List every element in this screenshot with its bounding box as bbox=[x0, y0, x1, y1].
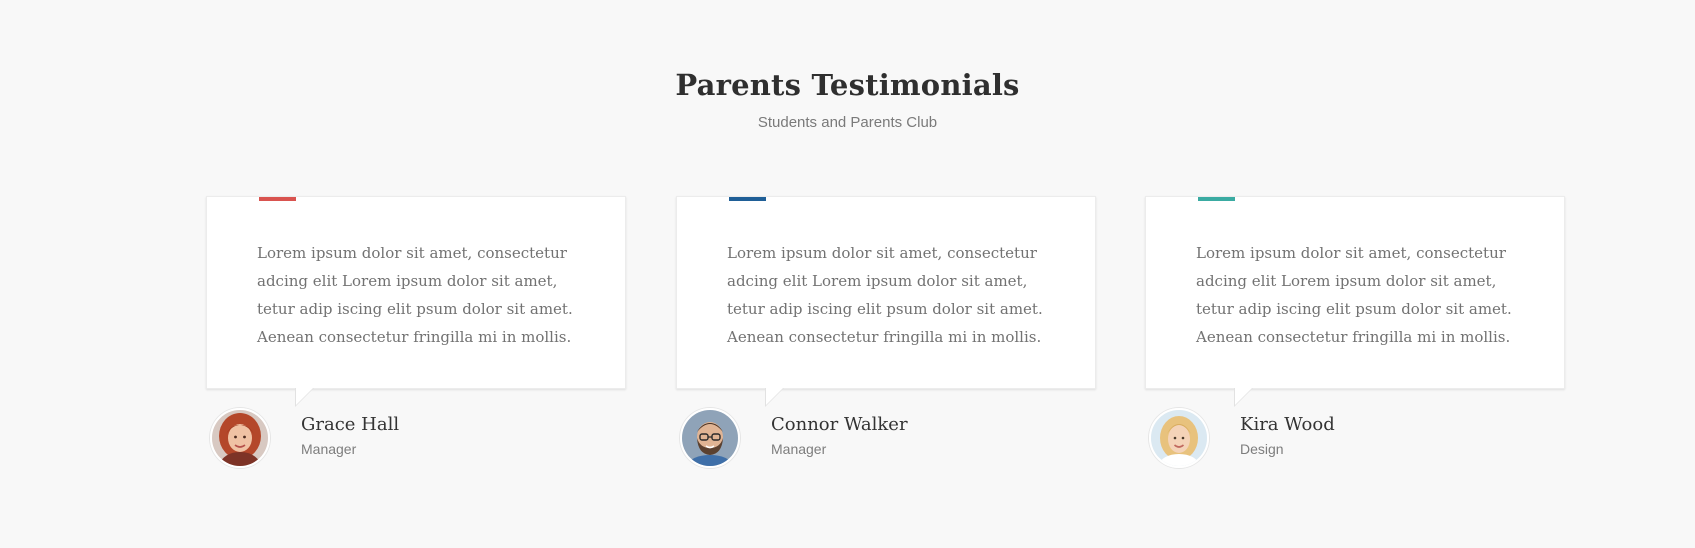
testimonial-card: Lorem ipsum dolor sit amet, consectetur … bbox=[1145, 196, 1565, 407]
author-role: Manager bbox=[771, 441, 827, 457]
author-role: Design bbox=[1240, 441, 1284, 457]
testimonial-author: Kira Wood Design bbox=[1149, 408, 1549, 470]
testimonial-author: Connor Walker Manager bbox=[680, 408, 1080, 470]
section-subtitle: Students and Parents Club bbox=[757, 114, 938, 131]
avatar-bearded-man-glasses-icon bbox=[682, 410, 738, 466]
testimonials-section: Parents Testimonials Students and Parent… bbox=[0, 0, 1695, 548]
testimonial-item: Lorem ipsum dolor sit amet, consectetur … bbox=[1145, 196, 1565, 468]
testimonial-author: Grace Hall Manager bbox=[210, 408, 610, 470]
section-title: Parents Testimonials bbox=[675, 68, 1020, 102]
testimonial-item: Lorem ipsum dolor sit amet, consectetur … bbox=[676, 196, 1096, 468]
accent-bar bbox=[729, 197, 766, 201]
avatar-blonde-woman-icon bbox=[1151, 410, 1207, 466]
testimonial-quote: Lorem ipsum dolor sit amet, consectetur … bbox=[257, 244, 573, 346]
accent-bar bbox=[1198, 197, 1235, 201]
author-name: Connor Walker bbox=[771, 414, 908, 435]
author-name: Kira Wood bbox=[1240, 414, 1335, 435]
testimonial-card: Lorem ipsum dolor sit amet, consectetur … bbox=[206, 196, 626, 407]
avatar bbox=[680, 408, 740, 468]
testimonial-card: Lorem ipsum dolor sit amet, consectetur … bbox=[676, 196, 1096, 407]
avatar-red-hair-woman-icon bbox=[212, 410, 268, 466]
avatar bbox=[210, 408, 270, 468]
avatar bbox=[1149, 408, 1209, 468]
testimonial-quote: Lorem ipsum dolor sit amet, consectetur … bbox=[1196, 244, 1512, 346]
author-role: Manager bbox=[301, 441, 357, 457]
testimonial-item: Lorem ipsum dolor sit amet, consectetur … bbox=[206, 196, 626, 468]
author-name: Grace Hall bbox=[301, 414, 400, 435]
accent-bar bbox=[259, 197, 296, 201]
testimonial-quote: Lorem ipsum dolor sit amet, consectetur … bbox=[727, 244, 1043, 346]
